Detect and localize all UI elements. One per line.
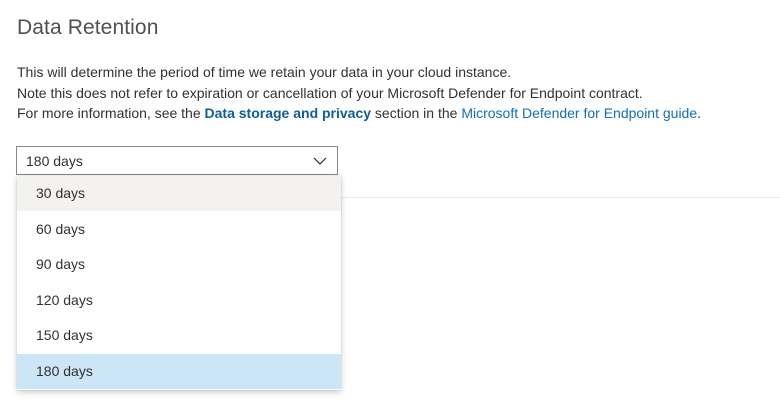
retention-options-list: 30 days 60 days 90 days 120 days 150 day… <box>17 176 341 390</box>
description-line-1: This will determine the period of time w… <box>17 64 512 80</box>
chevron-down-icon <box>313 157 327 165</box>
option-60-days[interactable]: 60 days <box>17 212 341 247</box>
option-180-days[interactable]: 180 days <box>17 354 341 389</box>
description-line-3-prefix: For more information, see the <box>17 105 205 121</box>
option-90-days[interactable]: 90 days <box>17 247 341 282</box>
defender-guide-link[interactable]: Microsoft Defender for Endpoint guide <box>461 105 697 121</box>
description-line-3-middle: section in the <box>371 105 462 121</box>
option-120-days[interactable]: 120 days <box>17 283 341 318</box>
page-title: Data Retention <box>17 16 159 39</box>
option-150-days[interactable]: 150 days <box>17 318 341 353</box>
retention-selected-value: 180 days <box>26 153 83 169</box>
description-line-3: For more information, see the Data stora… <box>17 103 701 124</box>
description-line-2: Note this does not refer to expiration o… <box>17 84 643 101</box>
retention-period-dropdown[interactable]: 180 days <box>16 146 338 175</box>
description: This will determine the period of time w… <box>17 62 701 124</box>
option-30-days[interactable]: 30 days <box>17 176 341 211</box>
data-storage-privacy-link[interactable]: Data storage and privacy <box>205 105 372 121</box>
section-divider <box>341 197 780 198</box>
data-retention-page: Data Retention This will determine the p… <box>0 0 780 402</box>
description-line-3-suffix: . <box>697 105 702 121</box>
